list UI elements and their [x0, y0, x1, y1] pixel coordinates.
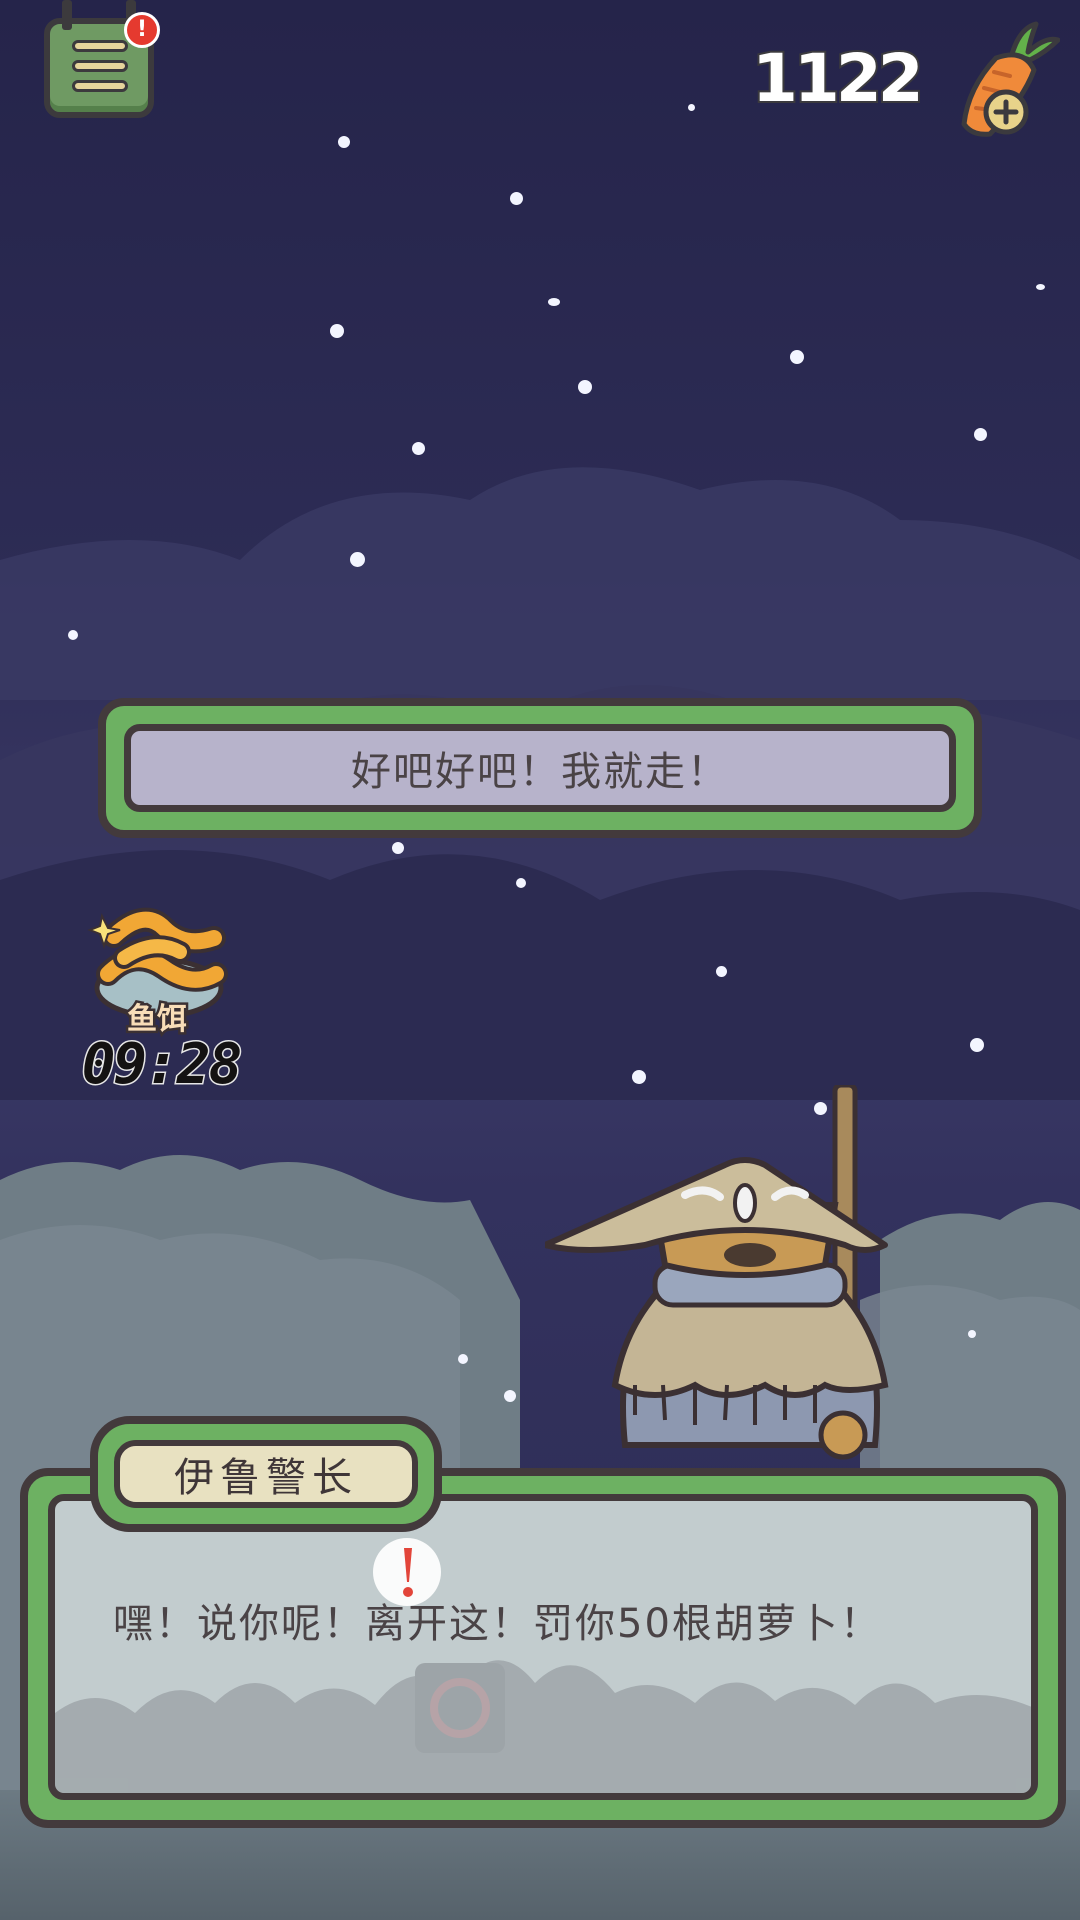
snowflake	[68, 630, 78, 640]
snowflake	[716, 966, 727, 977]
snowflake	[350, 552, 365, 567]
snowflake	[578, 380, 592, 394]
speaker-name: 伊鲁警长	[174, 1455, 358, 1501]
snowflake	[548, 298, 560, 306]
sheriff-character[interactable]	[545, 1085, 945, 1485]
menu-list-icon	[72, 80, 128, 92]
notification-badge: !	[124, 12, 160, 48]
carrot-count: 1122	[750, 38, 926, 119]
carrot-plus-icon[interactable]	[950, 18, 1060, 143]
snowflake	[968, 1330, 976, 1338]
snowflake	[338, 136, 350, 148]
bait-timer: 09:28	[80, 1031, 244, 1099]
snowflake	[688, 104, 695, 111]
speaker-name-tag: 伊鲁警长	[90, 1416, 442, 1532]
menu-list-icon	[72, 60, 128, 72]
snowflake	[412, 442, 425, 455]
response-dialog-panel: 好吧好吧！我就走！	[124, 724, 956, 812]
exclamation-bubble-icon	[373, 1538, 441, 1606]
snowflake	[970, 1038, 984, 1052]
snowflake	[392, 842, 404, 854]
snowflake	[330, 324, 344, 338]
snowflake	[974, 428, 987, 441]
speaker-name-panel: 伊鲁警长	[114, 1440, 418, 1508]
snowflake	[790, 350, 804, 364]
snowflake	[510, 192, 523, 205]
response-dialog[interactable]: 好吧好吧！我就走！	[98, 698, 982, 838]
snowflake	[516, 878, 526, 888]
npc-dialog-panel: 嘿！说你呢！离开这！罚你50根胡萝卜！	[48, 1494, 1038, 1800]
menu-strap	[62, 0, 72, 30]
menu-list-icon	[72, 40, 128, 52]
dialog-text: 嘿！说你呢！离开这！罚你50根胡萝卜！	[113, 1601, 882, 1647]
snowflake	[504, 1390, 516, 1402]
snowflake	[632, 1070, 646, 1084]
snowflake	[1036, 284, 1045, 290]
response-text: 好吧好吧！我就走！	[351, 749, 729, 795]
game-scene: ! 1122 好吧好吧！我就走！ 鱼饵 09:28 嘿！说你呢！离开这！罚你50…	[0, 0, 1080, 1920]
snowflake	[458, 1354, 468, 1364]
